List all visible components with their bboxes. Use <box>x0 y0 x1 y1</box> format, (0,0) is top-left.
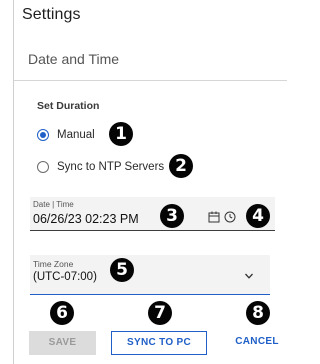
radio-manual[interactable]: Manual <box>37 129 95 141</box>
section-divider <box>14 80 287 81</box>
radio-sync-ntp[interactable]: Sync to NTP Servers <box>37 161 164 173</box>
save-button[interactable]: SAVE <box>29 331 96 355</box>
callout-badge-1: 1 <box>109 122 133 146</box>
page-title: Settings <box>22 6 81 23</box>
set-duration-heading: Set Duration <box>37 100 100 112</box>
datetime-field[interactable]: Date | Time 06/26/23 02:23 PM <box>30 197 275 231</box>
cancel-button[interactable]: CANCEL <box>232 331 282 355</box>
timezone-value[interactable]: (UTC-07:00) <box>33 271 97 283</box>
chevron-down-icon[interactable] <box>244 271 254 281</box>
callout-badge-4: 4 <box>246 204 270 228</box>
datetime-field-label: Date | Time <box>33 200 74 209</box>
callout-badge-8: 8 <box>246 301 270 325</box>
callout-badge-7: 7 <box>148 301 172 325</box>
sync-to-pc-button[interactable]: SYNC TO PC <box>111 331 207 355</box>
callout-badge-5: 5 <box>110 258 134 282</box>
callout-badge-2: 2 <box>169 154 193 178</box>
clock-icon[interactable] <box>224 211 236 223</box>
callout-badge-6: 6 <box>50 301 74 325</box>
settings-panel: Settings Date and Time Set Duration Manu… <box>0 0 287 364</box>
radio-manual-label: Manual <box>57 129 95 141</box>
datetime-field-value[interactable]: 06/26/23 02:23 PM <box>33 212 139 226</box>
left-border <box>13 0 14 364</box>
radio-sync-ntp-indicator[interactable] <box>37 161 49 173</box>
callout-badge-3: 3 <box>160 204 184 228</box>
timezone-label: Time Zone <box>33 259 74 269</box>
calendar-icon[interactable] <box>208 211 220 223</box>
timezone-select[interactable]: Time Zone (UTC-07:00) <box>30 255 270 295</box>
radio-sync-ntp-label: Sync to NTP Servers <box>57 161 165 173</box>
radio-manual-indicator[interactable] <box>37 129 49 141</box>
section-title: Date and Time <box>28 51 120 67</box>
